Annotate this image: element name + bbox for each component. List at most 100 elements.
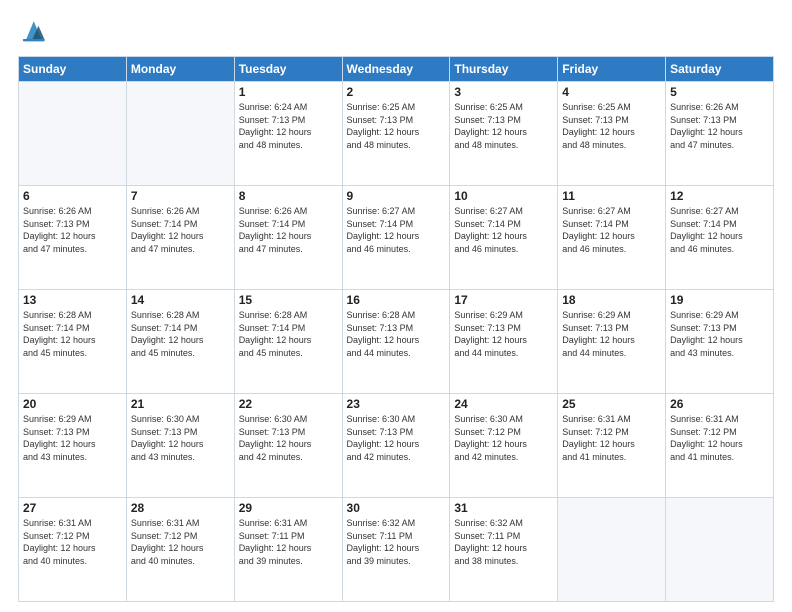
calendar-cell: 6 Sunrise: 6:26 AM Sunset: 7:13 PM Daylig… — [19, 186, 127, 290]
day-info: Sunrise: 6:26 AM Sunset: 7:14 PM Dayligh… — [131, 205, 230, 255]
calendar-cell: 23 Sunrise: 6:30 AM Sunset: 7:13 PM Dayli… — [342, 394, 450, 498]
day-number: 27 — [23, 501, 122, 515]
day-info: Sunrise: 6:32 AM Sunset: 7:11 PM Dayligh… — [454, 517, 553, 567]
day-info: Sunrise: 6:26 AM Sunset: 7:13 PM Dayligh… — [670, 101, 769, 151]
calendar-header-row: SundayMondayTuesdayWednesdayThursdayFrid… — [19, 57, 774, 82]
day-number: 5 — [670, 85, 769, 99]
day-info: Sunrise: 6:28 AM Sunset: 7:14 PM Dayligh… — [239, 309, 338, 359]
calendar-week-5: 27 Sunrise: 6:31 AM Sunset: 7:12 PM Dayli… — [19, 498, 774, 602]
day-info: Sunrise: 6:26 AM Sunset: 7:13 PM Dayligh… — [23, 205, 122, 255]
day-number: 2 — [347, 85, 446, 99]
day-number: 29 — [239, 501, 338, 515]
weekday-header-monday: Monday — [126, 57, 234, 82]
calendar-cell: 25 Sunrise: 6:31 AM Sunset: 7:12 PM Dayli… — [558, 394, 666, 498]
calendar-cell — [558, 498, 666, 602]
calendar-cell: 20 Sunrise: 6:29 AM Sunset: 7:13 PM Dayli… — [19, 394, 127, 498]
calendar-cell: 22 Sunrise: 6:30 AM Sunset: 7:13 PM Dayli… — [234, 394, 342, 498]
calendar-cell: 7 Sunrise: 6:26 AM Sunset: 7:14 PM Daylig… — [126, 186, 234, 290]
day-number: 21 — [131, 397, 230, 411]
weekday-header-tuesday: Tuesday — [234, 57, 342, 82]
day-info: Sunrise: 6:24 AM Sunset: 7:13 PM Dayligh… — [239, 101, 338, 151]
calendar-cell: 2 Sunrise: 6:25 AM Sunset: 7:13 PM Daylig… — [342, 82, 450, 186]
day-info: Sunrise: 6:31 AM Sunset: 7:12 PM Dayligh… — [23, 517, 122, 567]
day-number: 7 — [131, 189, 230, 203]
calendar-cell: 27 Sunrise: 6:31 AM Sunset: 7:12 PM Dayli… — [19, 498, 127, 602]
calendar-cell: 11 Sunrise: 6:27 AM Sunset: 7:14 PM Dayli… — [558, 186, 666, 290]
calendar-cell: 19 Sunrise: 6:29 AM Sunset: 7:13 PM Dayli… — [666, 290, 774, 394]
calendar-cell: 9 Sunrise: 6:27 AM Sunset: 7:14 PM Daylig… — [342, 186, 450, 290]
day-info: Sunrise: 6:25 AM Sunset: 7:13 PM Dayligh… — [454, 101, 553, 151]
calendar-cell — [19, 82, 127, 186]
calendar-cell: 10 Sunrise: 6:27 AM Sunset: 7:14 PM Dayli… — [450, 186, 558, 290]
day-number: 1 — [239, 85, 338, 99]
day-number: 14 — [131, 293, 230, 307]
day-info: Sunrise: 6:28 AM Sunset: 7:14 PM Dayligh… — [131, 309, 230, 359]
day-info: Sunrise: 6:29 AM Sunset: 7:13 PM Dayligh… — [562, 309, 661, 359]
calendar-cell: 21 Sunrise: 6:30 AM Sunset: 7:13 PM Dayli… — [126, 394, 234, 498]
day-number: 11 — [562, 189, 661, 203]
day-info: Sunrise: 6:25 AM Sunset: 7:13 PM Dayligh… — [562, 101, 661, 151]
calendar-cell: 1 Sunrise: 6:24 AM Sunset: 7:13 PM Daylig… — [234, 82, 342, 186]
weekday-header-thursday: Thursday — [450, 57, 558, 82]
day-info: Sunrise: 6:26 AM Sunset: 7:14 PM Dayligh… — [239, 205, 338, 255]
day-number: 31 — [454, 501, 553, 515]
day-number: 3 — [454, 85, 553, 99]
weekday-header-saturday: Saturday — [666, 57, 774, 82]
day-number: 22 — [239, 397, 338, 411]
calendar-cell: 5 Sunrise: 6:26 AM Sunset: 7:13 PM Daylig… — [666, 82, 774, 186]
weekday-header-friday: Friday — [558, 57, 666, 82]
day-info: Sunrise: 6:29 AM Sunset: 7:13 PM Dayligh… — [670, 309, 769, 359]
day-info: Sunrise: 6:27 AM Sunset: 7:14 PM Dayligh… — [562, 205, 661, 255]
day-info: Sunrise: 6:27 AM Sunset: 7:14 PM Dayligh… — [454, 205, 553, 255]
day-number: 13 — [23, 293, 122, 307]
day-number: 24 — [454, 397, 553, 411]
day-info: Sunrise: 6:28 AM Sunset: 7:13 PM Dayligh… — [347, 309, 446, 359]
day-info: Sunrise: 6:30 AM Sunset: 7:13 PM Dayligh… — [239, 413, 338, 463]
weekday-header-sunday: Sunday — [19, 57, 127, 82]
day-info: Sunrise: 6:25 AM Sunset: 7:13 PM Dayligh… — [347, 101, 446, 151]
day-number: 4 — [562, 85, 661, 99]
day-info: Sunrise: 6:29 AM Sunset: 7:13 PM Dayligh… — [23, 413, 122, 463]
calendar-cell: 16 Sunrise: 6:28 AM Sunset: 7:13 PM Dayli… — [342, 290, 450, 394]
day-number: 23 — [347, 397, 446, 411]
calendar-cell — [666, 498, 774, 602]
calendar-cell: 18 Sunrise: 6:29 AM Sunset: 7:13 PM Dayli… — [558, 290, 666, 394]
day-info: Sunrise: 6:31 AM Sunset: 7:12 PM Dayligh… — [131, 517, 230, 567]
calendar-cell: 28 Sunrise: 6:31 AM Sunset: 7:12 PM Dayli… — [126, 498, 234, 602]
logo — [18, 18, 50, 46]
day-number: 8 — [239, 189, 338, 203]
day-info: Sunrise: 6:27 AM Sunset: 7:14 PM Dayligh… — [347, 205, 446, 255]
calendar-cell: 15Sunrise: 6:28 AM Sunset: 7:14 PM Dayli… — [234, 290, 342, 394]
calendar-cell: 13Sunrise: 6:28 AM Sunset: 7:14 PM Dayli… — [19, 290, 127, 394]
day-number: 25 — [562, 397, 661, 411]
day-number: 16 — [347, 293, 446, 307]
day-number: 18 — [562, 293, 661, 307]
day-number: 10 — [454, 189, 553, 203]
calendar-cell: 31 Sunrise: 6:32 AM Sunset: 7:11 PM Dayli… — [450, 498, 558, 602]
day-info: Sunrise: 6:30 AM Sunset: 7:12 PM Dayligh… — [454, 413, 553, 463]
day-number: 20 — [23, 397, 122, 411]
weekday-header-wednesday: Wednesday — [342, 57, 450, 82]
calendar-cell: 8 Sunrise: 6:26 AM Sunset: 7:14 PM Daylig… — [234, 186, 342, 290]
day-number: 28 — [131, 501, 230, 515]
calendar-cell: 26Sunrise: 6:31 AM Sunset: 7:12 PM Dayli… — [666, 394, 774, 498]
day-info: Sunrise: 6:30 AM Sunset: 7:13 PM Dayligh… — [347, 413, 446, 463]
calendar-cell — [126, 82, 234, 186]
day-info: Sunrise: 6:30 AM Sunset: 7:13 PM Dayligh… — [131, 413, 230, 463]
day-number: 9 — [347, 189, 446, 203]
day-info: Sunrise: 6:29 AM Sunset: 7:13 PM Dayligh… — [454, 309, 553, 359]
calendar-cell: 24 Sunrise: 6:30 AM Sunset: 7:12 PM Dayli… — [450, 394, 558, 498]
calendar-table: SundayMondayTuesdayWednesdayThursdayFrid… — [18, 56, 774, 602]
calendar-cell: 17Sunrise: 6:29 AM Sunset: 7:13 PM Dayli… — [450, 290, 558, 394]
page-header — [18, 18, 774, 46]
day-info: Sunrise: 6:31 AM Sunset: 7:12 PM Dayligh… — [562, 413, 661, 463]
day-number: 19 — [670, 293, 769, 307]
calendar-cell: 4 Sunrise: 6:25 AM Sunset: 7:13 PM Daylig… — [558, 82, 666, 186]
calendar-week-1: 1 Sunrise: 6:24 AM Sunset: 7:13 PM Daylig… — [19, 82, 774, 186]
day-number: 6 — [23, 189, 122, 203]
calendar-cell: 12Sunrise: 6:27 AM Sunset: 7:14 PM Dayli… — [666, 186, 774, 290]
day-info: Sunrise: 6:27 AM Sunset: 7:14 PM Dayligh… — [670, 205, 769, 255]
day-number: 26 — [670, 397, 769, 411]
day-number: 30 — [347, 501, 446, 515]
calendar-week-4: 20 Sunrise: 6:29 AM Sunset: 7:13 PM Dayli… — [19, 394, 774, 498]
